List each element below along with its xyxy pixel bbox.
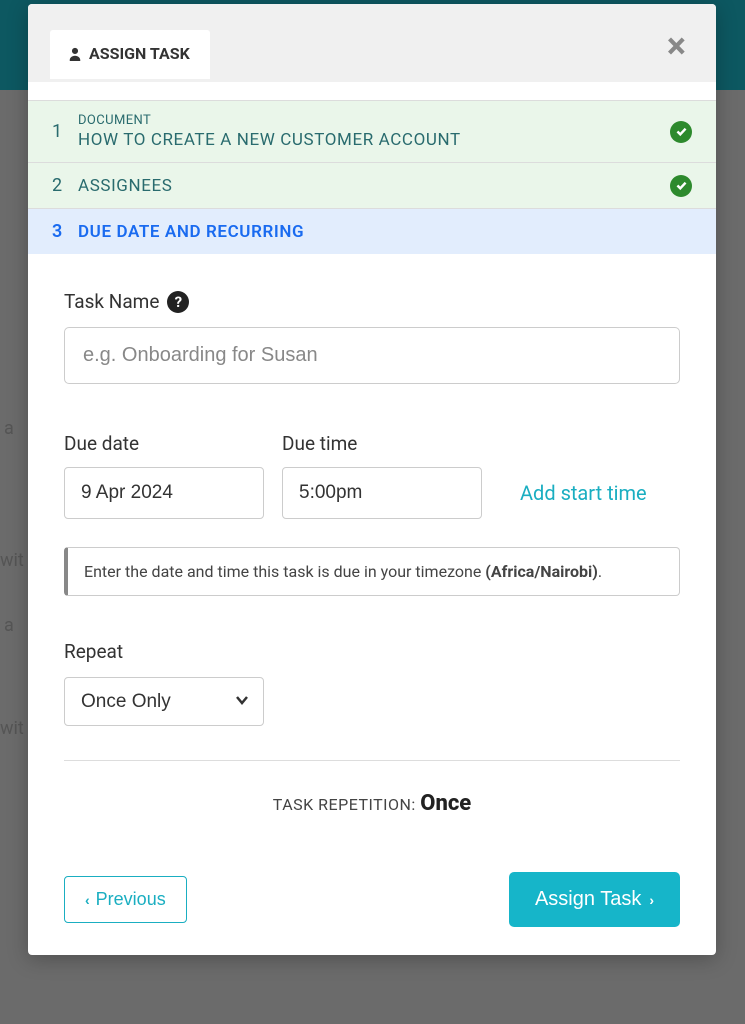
timezone-hint: Enter the date and time this task is due… <box>64 547 680 596</box>
hint-timezone: (Africa/Nairobi) <box>485 562 598 581</box>
repeat-select[interactable]: Once Only <box>64 677 264 726</box>
task-repetition-text: TASK REPETITION: Once <box>64 791 680 816</box>
step-number: 1 <box>52 121 78 142</box>
tab-assign-task[interactable]: ASSIGN TASK <box>50 30 210 79</box>
person-icon <box>68 47 82 61</box>
previous-label: Previous <box>96 889 166 910</box>
help-icon[interactable]: ? <box>167 291 189 313</box>
step-number: 3 <box>52 221 78 242</box>
step-3-due-date[interactable]: 3 DUE DATE AND RECURRING <box>28 208 716 254</box>
repeat-label: Repeat <box>64 640 680 663</box>
step-title: DUE DATE AND RECURRING <box>78 222 304 242</box>
step-2-assignees[interactable]: 2 ASSIGNEES <box>28 162 716 208</box>
chevron-left-icon: ‹ <box>85 892 90 908</box>
repetition-value: Once <box>420 791 471 816</box>
hint-text-suffix: . <box>598 562 602 581</box>
step-subtitle: DOCUMENT <box>78 113 461 128</box>
form-body: Task Name ? Due date Due time Add start … <box>28 254 716 955</box>
assign-task-modal: ASSIGN TASK × 1 DOCUMENT HOW TO CREATE A… <box>28 4 716 955</box>
due-time-label: Due time <box>282 432 482 455</box>
check-complete-icon <box>670 175 692 197</box>
add-start-time-link[interactable]: Add start time <box>520 481 647 519</box>
step-title: HOW TO CREATE A NEW CUSTOMER ACCOUNT <box>78 130 461 150</box>
task-name-label-row: Task Name ? <box>64 290 680 313</box>
due-date-input[interactable] <box>64 467 264 519</box>
step-1-document[interactable]: 1 DOCUMENT HOW TO CREATE A NEW CUSTOMER … <box>28 100 716 162</box>
modal-header: ASSIGN TASK × <box>28 4 716 82</box>
close-icon[interactable]: × <box>667 28 686 64</box>
repetition-label: TASK REPETITION: <box>273 795 421 814</box>
assign-label: Assign Task <box>535 888 641 911</box>
chevron-right-icon: › <box>649 892 654 908</box>
tab-label: ASSIGN TASK <box>89 44 190 63</box>
divider <box>64 760 680 761</box>
hint-text-prefix: Enter the date and time this task is due… <box>84 562 485 581</box>
task-name-input[interactable] <box>64 327 680 384</box>
previous-button[interactable]: ‹ Previous <box>64 876 187 923</box>
task-name-label: Task Name <box>64 290 159 313</box>
due-time-input[interactable] <box>282 467 482 519</box>
check-complete-icon <box>670 121 692 143</box>
due-date-label: Due date <box>64 432 264 455</box>
step-number: 2 <box>52 175 78 196</box>
assign-task-button[interactable]: Assign Task › <box>509 872 680 927</box>
step-title: ASSIGNEES <box>78 176 172 196</box>
